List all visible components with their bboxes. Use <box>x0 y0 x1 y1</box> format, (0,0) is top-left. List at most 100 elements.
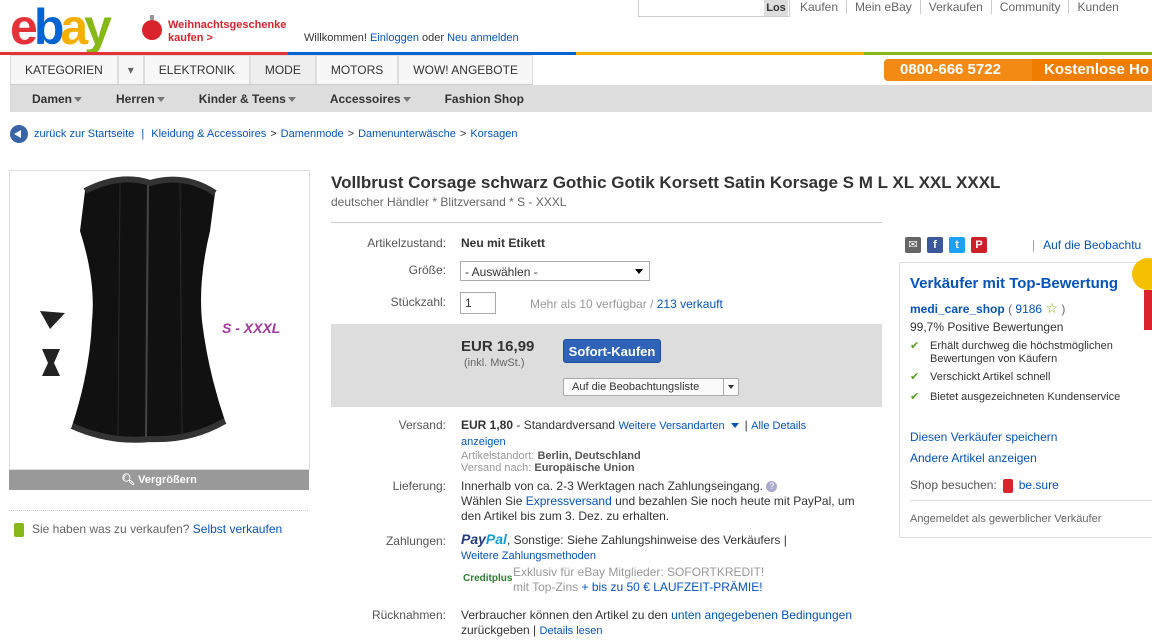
express-link[interactable]: Expressversand <box>526 494 612 508</box>
price-tag-icon <box>14 522 24 537</box>
watchlist-link: | Auf die Beobachtu <box>1032 238 1142 252</box>
top-link-kunden[interactable]: Kunden <box>1068 0 1127 14</box>
badge-ribbon-icon <box>1144 290 1152 330</box>
twitter-icon[interactable]: t <box>949 237 965 253</box>
email-share-icon[interactable]: ✉ <box>905 237 921 253</box>
enlarge-button[interactable]: 🔍︎ Vergrößern <box>9 470 309 490</box>
shop-link[interactable]: be.sure <box>1019 478 1059 492</box>
sell-link[interactable]: Selbst verkaufen <box>193 522 282 536</box>
visit-shop: Shop besuchen: be.sure <box>910 478 1059 493</box>
delivery-info: Innerhalb von ca. 2-3 Werktagen nach Zah… <box>461 479 855 523</box>
caret-down-icon <box>74 96 83 102</box>
save-seller-link[interactable]: Diesen Verkäufer speichern <box>910 430 1057 444</box>
qty-label: Stückzahl: <box>390 295 446 309</box>
item-title: Vollbrust Corsage schwarz Gothic Gotik K… <box>331 173 1001 192</box>
shipping-label: Versand: <box>398 418 446 432</box>
sold-link[interactable]: 213 verkauft <box>657 297 723 311</box>
caret-down-icon <box>402 96 411 102</box>
other-items-link[interactable]: Andere Artikel anzeigen <box>910 451 1037 465</box>
check-item: Verschickt Artikel schnell <box>910 371 1050 384</box>
feedback-score[interactable]: 9186 <box>1015 302 1042 316</box>
breadcrumb-item[interactable]: Korsagen <box>470 128 517 140</box>
top-link-verkaufen[interactable]: Verkaufen <box>919 0 991 14</box>
return-terms-link[interactable]: unten angegebenen Bedingungen <box>671 608 852 622</box>
ebay-logo[interactable]: ebay <box>10 2 112 52</box>
subnav-accessoires[interactable]: Accessoires <box>308 92 423 106</box>
sell-promo: Sie haben was zu verkaufen? Selbst verka… <box>14 522 282 537</box>
chevron-down-icon[interactable]: ▾ <box>117 55 144 84</box>
size-select[interactable]: - Auswählen - <box>460 261 650 281</box>
top-link-mein-ebay[interactable]: Mein eBay <box>846 0 920 14</box>
register-link[interactable]: Neu anmelden <box>447 32 519 44</box>
pinterest-icon[interactable]: P <box>971 237 987 253</box>
back-arrow-icon[interactable] <box>10 125 28 143</box>
product-image[interactable]: S - XXXL <box>9 170 310 470</box>
subnav-kinder[interactable]: Kinder & Teens <box>177 92 308 106</box>
tab-mode[interactable]: MODE <box>249 55 316 84</box>
top-link-community[interactable]: Community <box>990 0 1069 14</box>
corset-image: S - XXXL <box>40 176 280 443</box>
quantity-input[interactable]: 1 <box>460 292 496 314</box>
payment-label: Zahlungen: <box>385 534 446 548</box>
credit-promo-link[interactable]: + bis zu 50 € LAUFZEIT-PRÄMIE! <box>581 580 762 594</box>
all-details-link[interactable]: Alle Details <box>751 420 806 432</box>
caret-down-icon <box>287 96 296 102</box>
returns-label: Rücknahmen: <box>371 608 446 622</box>
commercial-seller-note: Angemeldet als gewerblicher Verkäufer <box>910 513 1102 525</box>
star-icon: ☆ <box>1045 300 1059 316</box>
svg-text:S - XXXL: S - XXXL <box>222 320 280 336</box>
main-nav: KATEGORIEN ▾ ELEKTRONIK MODE MOTORS WOW!… <box>10 55 533 85</box>
breadcrumb-item[interactable]: Damenmode <box>281 128 344 140</box>
ornament-icon <box>142 15 162 40</box>
login-link[interactable]: Einloggen <box>370 32 419 44</box>
help-icon[interactable]: ? <box>766 481 778 493</box>
tab-kategorien[interactable]: KATEGORIEN <box>10 55 118 84</box>
top-links: Kaufen Mein eBay Verkaufen Community Kunden <box>792 0 1127 14</box>
chevron-down-icon[interactable] <box>723 379 738 395</box>
all-details-link-2[interactable]: anzeigen <box>461 436 506 448</box>
facebook-icon[interactable]: f <box>927 237 943 253</box>
seller-link[interactable]: medi_care_shop <box>910 302 1005 316</box>
tab-wow-angebote[interactable]: WOW! ANGEBOTE <box>398 55 533 84</box>
phone-banner[interactable]: 0800-666 5722 Kostenlose Ho <box>884 59 1152 81</box>
paypal-logo: PayPal <box>461 531 507 547</box>
shipping-info: EUR 1,80 - Standardversand Weitere Versa… <box>461 418 807 474</box>
delivery-label: Lieferung: <box>392 479 446 493</box>
subnav-damen[interactable]: Damen <box>10 92 94 106</box>
buy-now-button[interactable]: Sofort-Kaufen <box>563 339 661 363</box>
tab-motors[interactable]: MOTORS <box>315 55 399 84</box>
back-to-home-link[interactable]: zurück zur Startseite <box>34 128 134 140</box>
top-link-kaufen[interactable]: Kaufen <box>792 0 846 14</box>
breadcrumb-item[interactable]: Kleidung & Accessoires <box>151 128 266 140</box>
share-icons: ✉ f t P <box>905 237 987 253</box>
magnifier-icon: 🔍︎ <box>121 474 139 486</box>
chevron-down-icon[interactable] <box>730 423 739 429</box>
add-to-watchlist-button[interactable]: Auf die Beobachtungsliste <box>563 378 739 396</box>
top-seller-heading: Verkäufer mit Top-Bewertung <box>910 275 1119 292</box>
subnav-herren[interactable]: Herren <box>94 92 177 106</box>
more-shipping-link[interactable]: Weitere Versandarten <box>618 420 724 432</box>
caret-down-icon <box>156 96 165 102</box>
return-details-link[interactable]: Details lesen <box>540 625 603 637</box>
availability: Mehr als 10 verfügbar / 213 verkauft <box>530 297 723 311</box>
check-item: Bietet ausgezeichneten Kundenservice <box>910 391 1120 404</box>
more-payment-link[interactable]: Weitere Zahlungsmethoden <box>461 550 596 562</box>
tab-elektronik[interactable]: ELEKTRONIK <box>143 55 250 84</box>
check-item: Erhält durchweg die höchstmöglichenBewer… <box>910 340 1113 366</box>
breadcrumb: zurück zur Startseite | Kleidung & Acces… <box>34 128 518 140</box>
breadcrumb-item[interactable]: Damenunterwäsche <box>358 128 456 140</box>
positive-feedback: 99,7% Positive Bewertungen <box>910 320 1064 334</box>
price: EUR 16,99 <box>461 338 535 355</box>
subnav-fashion-shop[interactable]: Fashion Shop <box>423 92 536 106</box>
item-subtitle: deutscher Händler * Blitzversand * S - X… <box>331 195 567 209</box>
search-button[interactable]: Los <box>764 0 788 16</box>
returns-info: Verbraucher können den Artikel zu den un… <box>461 608 852 637</box>
shop-icon <box>1002 478 1013 493</box>
condition-value: Neu mit Etikett <box>461 236 546 250</box>
seller-name: medi_care_shop ( 9186 ☆ ) <box>910 300 1066 316</box>
size-label: Größe: <box>408 263 446 277</box>
divider <box>910 500 1152 501</box>
condition-label: Artikelzustand: <box>367 236 446 250</box>
creditplus-logo: Creditplus <box>463 573 513 584</box>
sub-nav: Damen Herren Kinder & Teens Accessoires … <box>10 85 1152 112</box>
